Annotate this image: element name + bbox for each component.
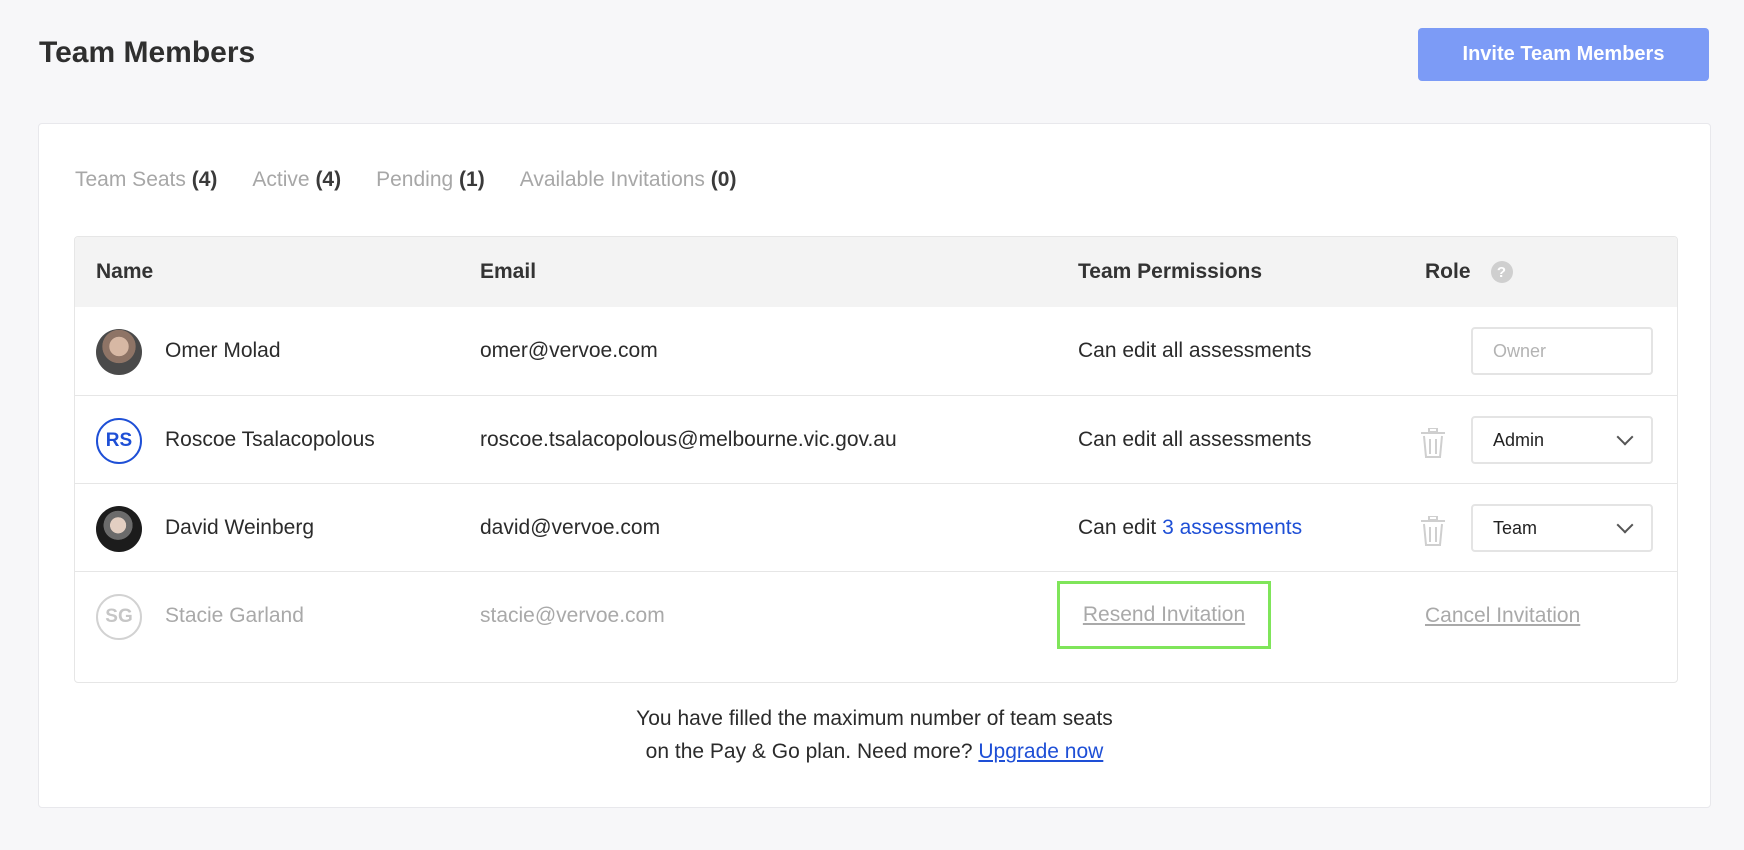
avatar: RS <box>96 418 142 464</box>
members-table: Name Email Team Permissions Role ? Omer … <box>74 236 1678 683</box>
resend-invitation-link[interactable]: Resend Invitation <box>1083 603 1245 627</box>
column-header-permissions: Team Permissions <box>1078 260 1263 283</box>
avatar: SG <box>96 594 142 640</box>
column-header-role: Role ? <box>1425 237 1513 307</box>
member-name: David Weinberg <box>165 516 315 539</box>
page-title: Team Members <box>39 36 256 69</box>
help-icon[interactable]: ? <box>1490 261 1513 283</box>
avatar <box>96 506 142 552</box>
tab-team-seats[interactable]: Team Seats (4) <box>75 168 217 192</box>
assessments-link[interactable]: 3 assessments <box>1162 516 1302 540</box>
member-email: david@vervoe.com <box>480 516 661 539</box>
member-permissions: Can edit all assessments <box>1078 339 1312 362</box>
tab-count: (4) <box>315 168 342 191</box>
role-value: Admin <box>1493 429 1545 450</box>
trash-icon[interactable] <box>1420 516 1446 546</box>
member-permissions: Can edit 3 assessments <box>1078 484 1302 572</box>
cancel-invitation-cell: Cancel Invitation <box>1425 572 1580 660</box>
member-permissions: Can edit all assessments <box>1078 428 1312 451</box>
member-email: omer@vervoe.com <box>480 339 658 362</box>
tab-label: Active <box>252 168 310 191</box>
role-value: Owner <box>1493 340 1547 361</box>
tab-label: Available Invitations <box>519 168 705 191</box>
tab-active[interactable]: Active (4) <box>252 168 341 192</box>
member-name: Omer Molad <box>165 339 281 362</box>
tabs: Team Seats (4) Active (4) Pending (1) Av… <box>75 168 736 192</box>
seat-limit-note: You have filled the maximum number of te… <box>39 702 1710 768</box>
tab-label: Team Seats <box>75 168 186 191</box>
member-email: stacie@vervoe.com <box>480 604 665 627</box>
chevron-down-icon <box>1616 428 1634 446</box>
cancel-invitation-link[interactable]: Cancel Invitation <box>1425 604 1580 628</box>
role-select[interactable]: Team <box>1471 504 1653 552</box>
table-row: RS Roscoe Tsalacopolous roscoe.tsalacopo… <box>75 395 1677 483</box>
chevron-down-icon <box>1616 516 1634 534</box>
member-email: roscoe.tsalacopolous@melbourne.vic.gov.a… <box>480 428 897 451</box>
role-select[interactable]: Admin <box>1471 416 1653 464</box>
member-name: Roscoe Tsalacopolous <box>165 428 375 451</box>
table-row: Omer Molad omer@vervoe.com Can edit all … <box>75 307 1677 395</box>
note-line-2-text: on the Pay & Go plan. Need more? <box>645 740 973 763</box>
team-members-card: Team Seats (4) Active (4) Pending (1) Av… <box>38 123 1711 808</box>
upgrade-now-link[interactable]: Upgrade now <box>978 740 1103 763</box>
avatar <box>96 329 142 375</box>
note-line-2: on the Pay & Go plan. Need more? Upgrade… <box>39 735 1710 768</box>
column-header-name: Name <box>96 260 154 283</box>
tab-available-invitations[interactable]: Available Invitations (0) <box>520 168 737 192</box>
note-line-1: You have filled the maximum number of te… <box>636 707 1113 730</box>
invite-team-members-button[interactable]: Invite Team Members <box>1418 28 1709 81</box>
permissions-prefix: Can edit <box>1078 516 1157 539</box>
tab-count: (4) <box>191 168 218 191</box>
column-header-email: Email <box>480 260 537 283</box>
role-value: Team <box>1493 517 1538 538</box>
table-header: Name Email Team Permissions Role ? <box>75 237 1677 307</box>
tab-label: Pending <box>376 168 454 191</box>
table-row: David Weinberg david@vervoe.com Can edit… <box>75 483 1677 571</box>
member-name: Stacie Garland <box>165 604 304 627</box>
table-row: SG Stacie Garland stacie@vervoe.com Rese… <box>75 571 1677 659</box>
tab-count: (0) <box>710 168 737 191</box>
resend-invitation-highlight: Resend Invitation <box>1057 581 1271 649</box>
role-select: Owner <box>1471 327 1653 375</box>
trash-icon[interactable] <box>1420 428 1446 458</box>
tab-pending[interactable]: Pending (1) <box>376 168 485 192</box>
tab-count: (1) <box>459 168 485 191</box>
role-label: Role <box>1425 260 1471 283</box>
